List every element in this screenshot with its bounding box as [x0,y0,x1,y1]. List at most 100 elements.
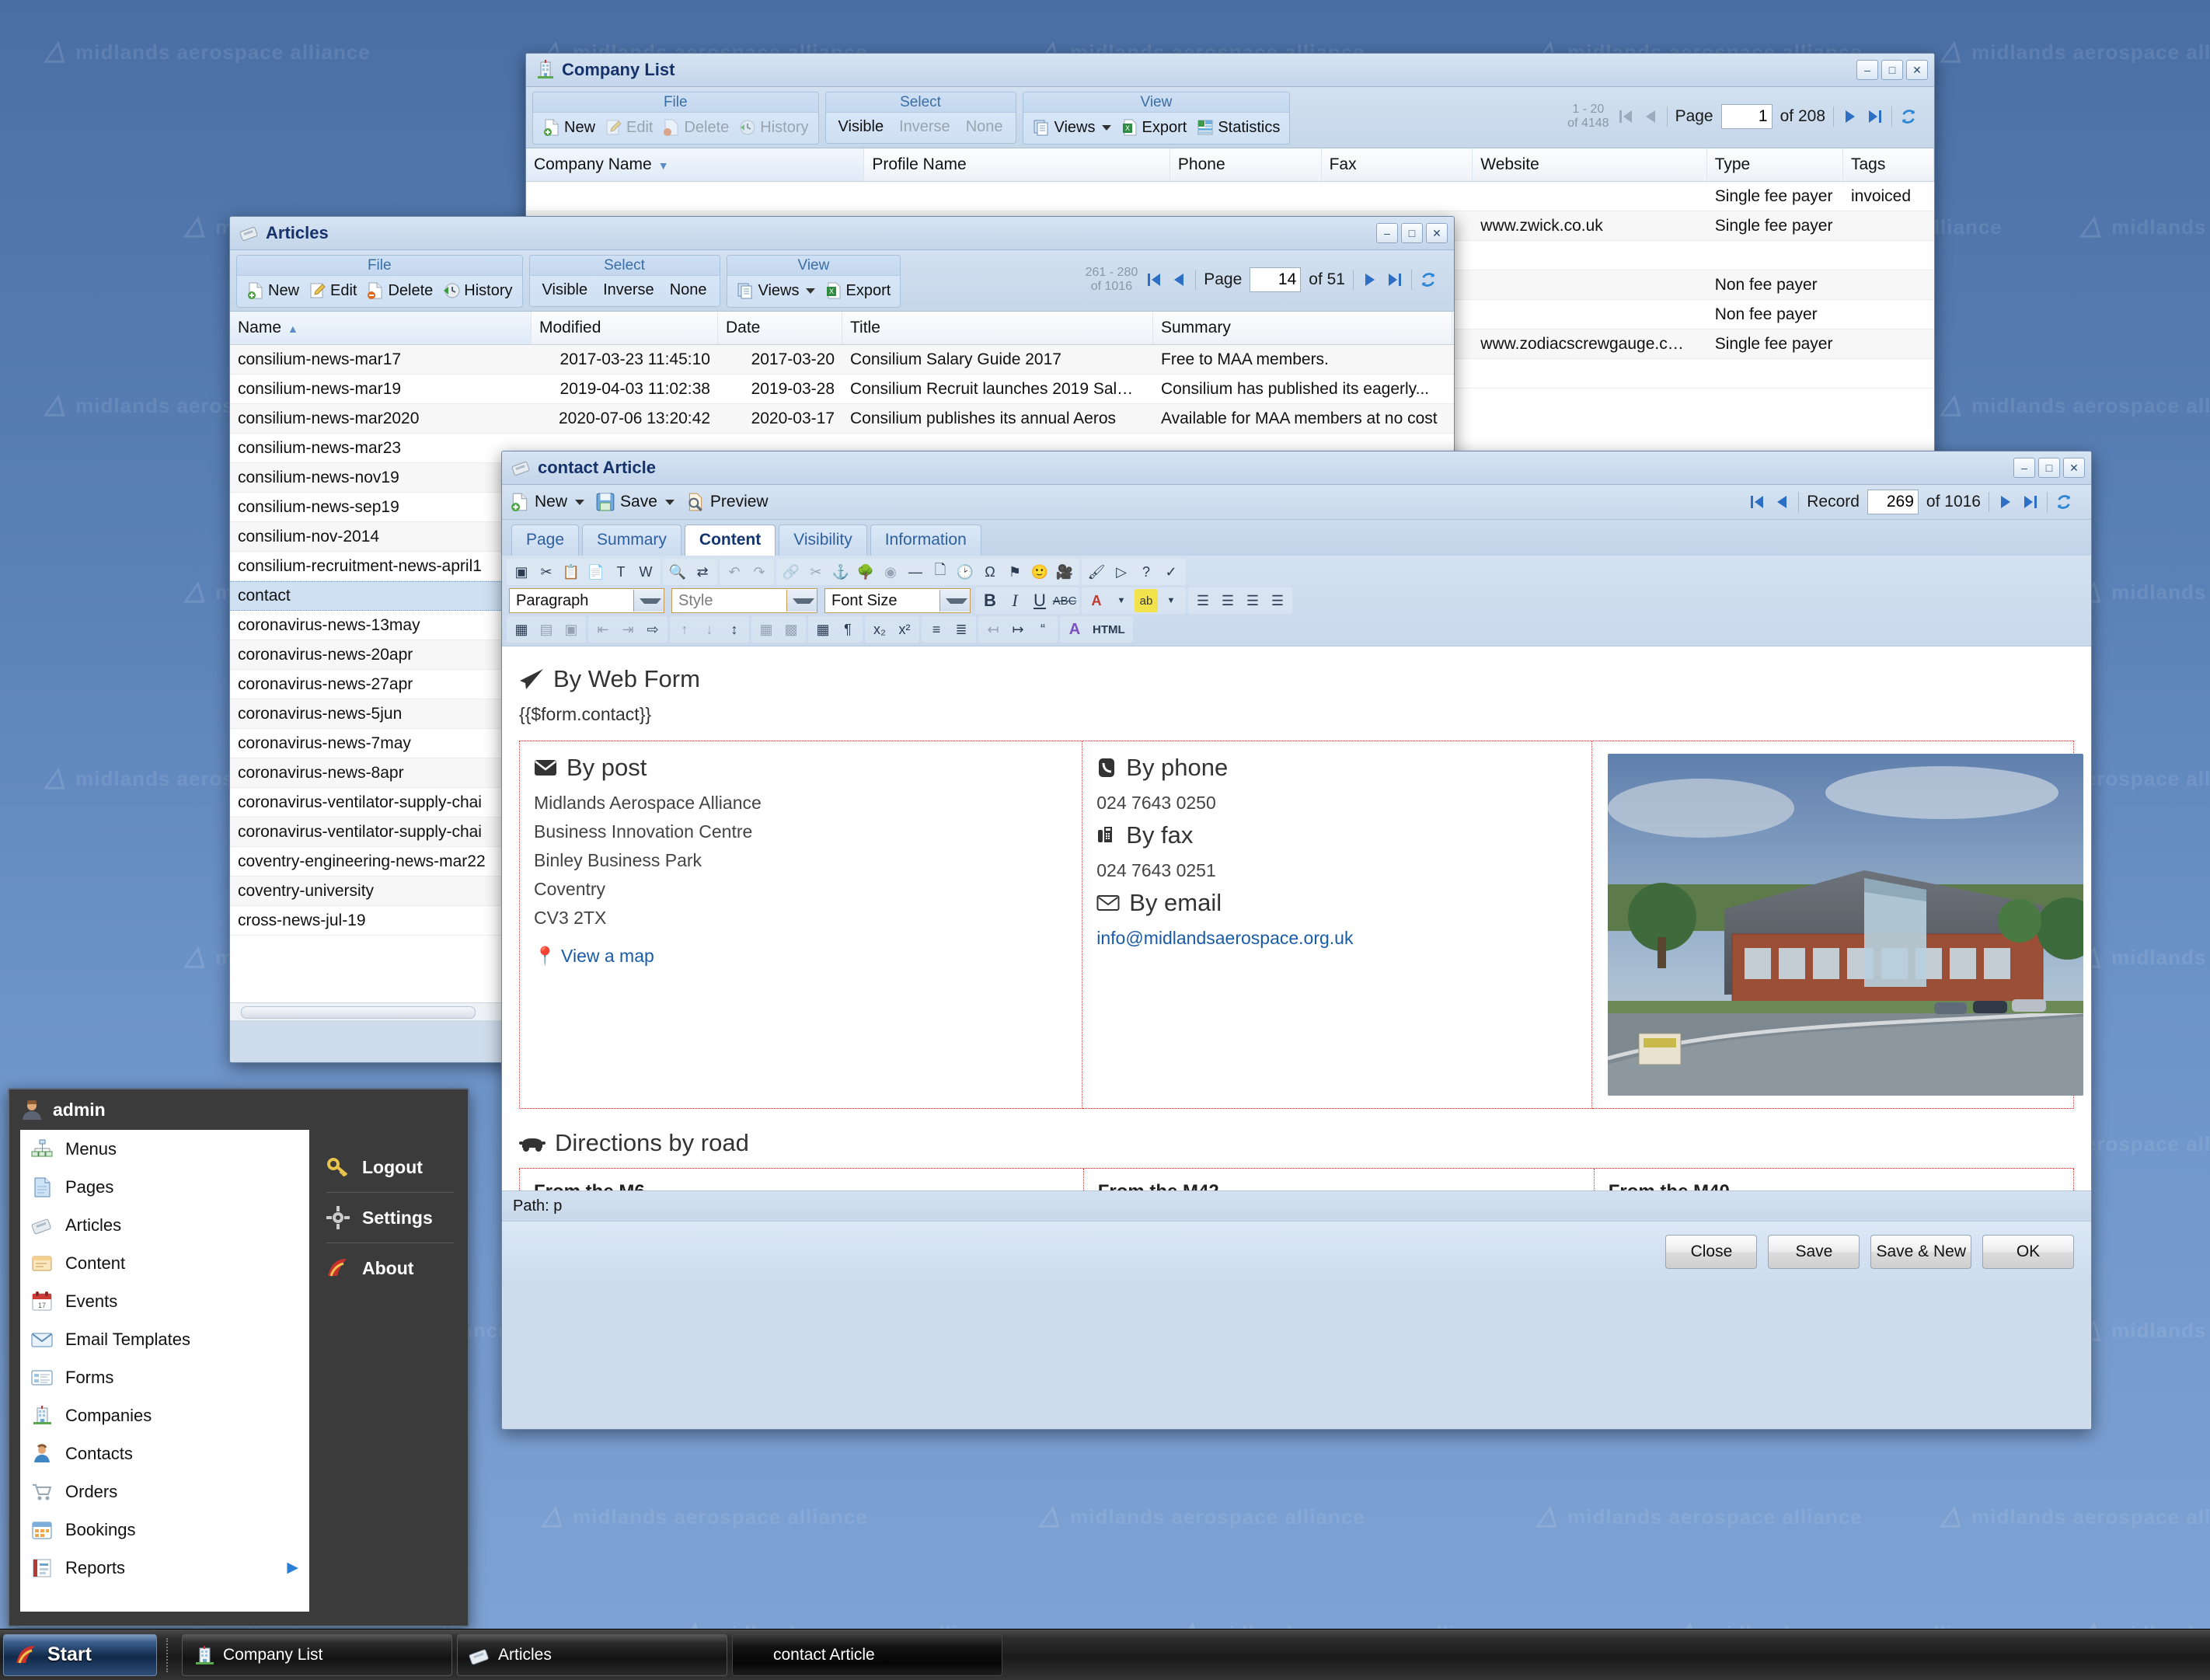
paragraph-format-select[interactable]: Paragraph [509,588,664,613]
cell-by-phone-fax-email[interactable]: By phone 024 7643 0250 By fax 024 7643 0… [1082,741,1592,1109]
superscript-icon[interactable]: x² [893,618,916,641]
eraser-icon[interactable]: ▷ [1110,560,1133,584]
align-right-icon[interactable]: ☰ [1241,589,1264,612]
merge-cells-icon[interactable]: ▤ [535,618,558,641]
start-menu-settings-button[interactable]: Settings [326,1192,454,1243]
start-menu-item-pages[interactable]: Pages [20,1168,309,1206]
find-icon[interactable]: 🔍 [666,560,689,584]
italic-icon[interactable]: I [1003,589,1027,612]
articles-delete-button[interactable]: Delete [363,280,436,301]
prev-page-icon[interactable] [1642,107,1659,126]
last-page-icon[interactable] [1386,270,1403,289]
horizontal-rule-icon[interactable]: — [904,560,927,584]
table-row[interactable]: consilium-news-mar19 2019-04-03 11:02:38 2… [230,375,1454,404]
save-new-button[interactable]: Save & New [1870,1235,1971,1269]
paste-icon[interactable]: 📄 [584,560,608,584]
directions-col-m42[interactable]: From the M42 Leave the M42 at Junction 6… [1084,1169,1595,1190]
company-statistics-button[interactable]: Statistics [1193,117,1283,138]
tab-summary[interactable]: Summary [582,525,681,556]
smiley-icon[interactable]: 🙂 [1028,560,1051,584]
refresh-icon[interactable] [2055,493,2072,511]
cell-by-post[interactable]: By post Midlands Aerospace Alliance Busi… [519,741,1083,1109]
start-menu-list[interactable]: Menus Pages Articles Content 17 Events Email T… [20,1130,309,1612]
next-page-icon[interactable] [1361,270,1379,289]
tab-content[interactable]: Content [684,525,776,556]
contact-article-window[interactable]: contact Article – □ ✕ New Save Preview R… [501,451,2092,1430]
paste-word-icon[interactable]: W [634,560,657,584]
outdent-icon[interactable]: ↤ [981,618,1005,641]
scrollbar-thumb[interactable] [241,1006,476,1019]
close-icon[interactable]: ✕ [1426,223,1448,243]
company-select-inverse-button[interactable]: Inverse [893,117,957,138]
chevron-down-icon[interactable]: ▼ [1110,589,1133,612]
link-icon[interactable]: 🔗 [779,560,803,584]
minimize-icon[interactable]: – [2013,458,2035,478]
start-menu-item-companies[interactable]: Companies [20,1396,309,1434]
articles-titlebar[interactable]: Articles – □ ✕ [230,217,1454,250]
editor-record-input[interactable] [1867,490,1919,514]
table-row[interactable]: consilium-news-mar2020 2020-07-06 13:20:4… [230,404,1454,434]
company-grid-header[interactable]: Company Name ▼ Profile Name Phone Fax Web… [526,148,1935,182]
editor-titlebar[interactable]: contact Article – □ ✕ [502,451,2091,485]
start-button[interactable]: Start [3,1633,157,1676]
table-properties-icon[interactable]: ▦ [510,618,533,641]
articles-window-buttons[interactable]: – □ ✕ [1376,223,1448,243]
paint-format-icon[interactable]: 🖌 [1085,560,1108,584]
maximize-icon[interactable]: □ [2038,458,2060,478]
close-icon[interactable]: ✕ [2063,458,2085,478]
taskbar-item-company-list[interactable]: Company List [182,1633,452,1676]
next-page-icon[interactable] [1842,107,1859,126]
table-row[interactable]: Single fee payer invoiced [526,182,1934,211]
indent-icon[interactable]: ↦ [1006,618,1030,641]
column-header-date[interactable]: Date [718,312,842,344]
blockquote-icon[interactable]: “ [1031,618,1054,641]
align-left-icon[interactable]: ☰ [1191,589,1215,612]
chevron-down-icon[interactable] [786,590,817,612]
copy-icon[interactable]: 📋 [559,560,583,584]
rte-toolbar-row-1[interactable]: ▣ ✂ 📋 📄 T W 🔍 ⇄ ↶ ↷ 🔗 ✂ ⚓ 🌳 ◉ — 🗋 🕑 Ω ⚑ … [507,559,2086,585]
taskbar-items[interactable]: Company List Articles contact Article [182,1633,1002,1676]
company-select-none-button[interactable]: None [960,117,1009,138]
replace-icon[interactable]: ⇄ [691,560,714,584]
company-new-button[interactable]: New [539,117,598,138]
articles-history-button[interactable]: History [439,280,515,301]
insert-row-after-icon[interactable]: ⇥ [616,618,640,641]
company-select-visible-button[interactable]: Visible [832,117,891,138]
taskbar-item-articles[interactable]: Articles [457,1633,727,1676]
redo-icon[interactable]: ↷ [748,560,771,584]
strikethrough-icon[interactable]: ABC [1053,589,1077,612]
view-map-link[interactable]: View a map [561,946,654,966]
spellcheck-icon[interactable]: ✓ [1159,560,1183,584]
start-menu-item-events[interactable]: 17 Events [20,1282,309,1320]
help-icon[interactable]: ? [1135,560,1158,584]
cell-properties-icon[interactable]: ▩ [779,618,803,641]
maximize-icon[interactable]: □ [1401,223,1423,243]
company-export-button[interactable]: X Export [1117,117,1190,138]
flash-icon[interactable]: ◉ [879,560,902,584]
paste-text-icon[interactable]: T [609,560,633,584]
start-menu-right-list[interactable]: Logout Settings About [309,1130,468,1612]
articles-views-button[interactable]: Views [734,280,818,301]
rte-toolbar-row-3[interactable]: ▦ ▤ ▣ ⇤ ⇥ ⇨ ↑ ↓ ↕ ▦ ▩ ▦ ¶ x₂ x² ≡ ≣ ↤ ↦ … [507,616,2086,643]
delete-row-icon[interactable]: ⇨ [641,618,664,641]
chevron-down-icon[interactable] [575,499,585,505]
start-menu-item-forms[interactable]: Forms [20,1358,309,1396]
editor-canvas[interactable]: By Web Form {{$form.contact}} By post Mi… [502,647,2091,1190]
align-center-icon[interactable]: ☰ [1216,589,1239,612]
bullet-list-icon[interactable]: ≡ [925,618,948,641]
company-list-titlebar[interactable]: Company List – □ ✕ [526,54,1934,87]
company-list-window-buttons[interactable]: – □ ✕ [1856,60,1928,80]
first-record-icon[interactable] [1748,493,1766,511]
prev-record-icon[interactable] [1773,493,1790,511]
media-icon[interactable]: 🎥 [1053,560,1076,584]
text-color-icon[interactable]: A [1085,589,1108,612]
split-cell-icon[interactable]: ▣ [559,618,583,641]
style-select[interactable]: Style [671,588,817,613]
column-header-modified[interactable]: Modified [532,312,718,344]
anchor-icon[interactable]: ⚓ [829,560,852,584]
font-style-icon[interactable]: A [1063,618,1086,641]
directions-col-m40[interactable]: From the M40 Exit at Junction 15 and fol… [1595,1169,2074,1190]
rte-toolbar-row-2[interactable]: Paragraph Style Font Size B I U ABC A ▼ … [507,587,2086,614]
numbered-list-icon[interactable]: ≣ [950,618,973,641]
table-row[interactable]: consilium-news-mar17 2017-03-23 11:45:10 2… [230,345,1454,375]
